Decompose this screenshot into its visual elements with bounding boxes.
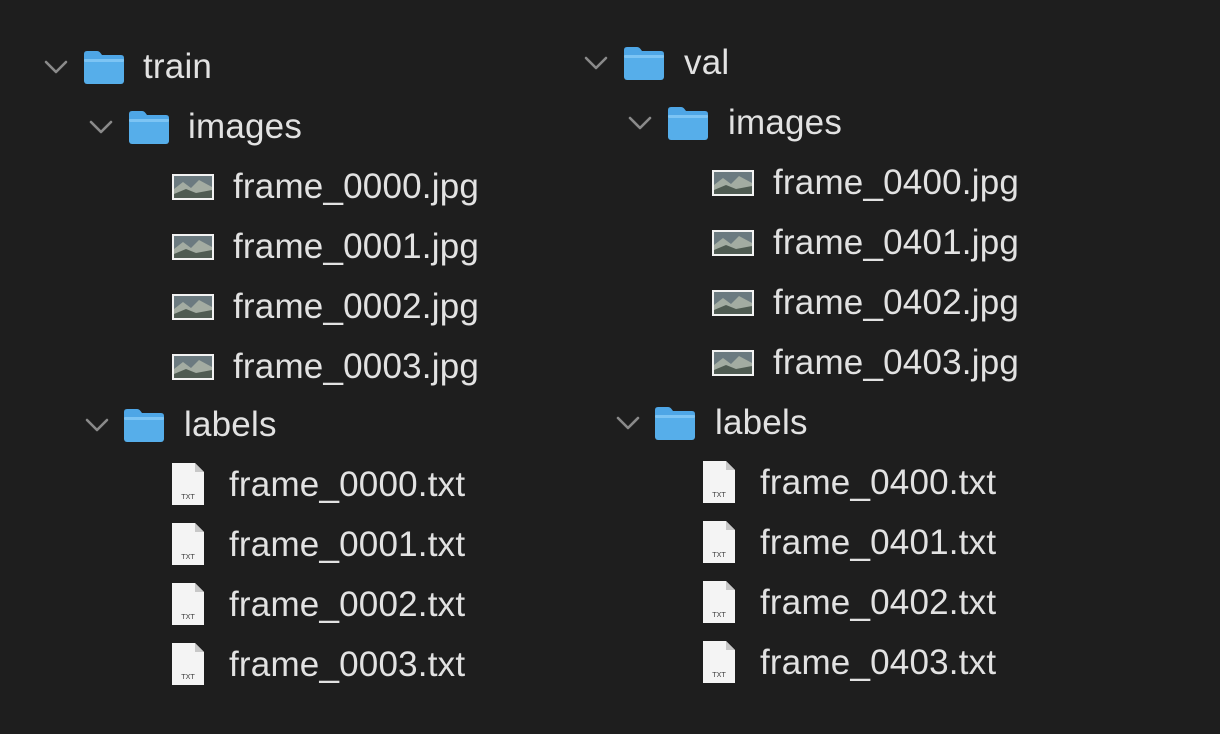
folder-label-images: images xyxy=(188,107,303,146)
file-label: frame_0002.jpg xyxy=(233,287,480,326)
folder-icon xyxy=(124,409,164,442)
text-file-icon: TXT xyxy=(172,643,204,685)
folder-icon xyxy=(624,47,664,80)
file-label: frame_0003.txt xyxy=(229,645,466,684)
text-file-icon: TXT xyxy=(172,583,204,625)
image-file-icon xyxy=(172,294,214,320)
file-label: frame_0003.jpg xyxy=(233,347,480,386)
text-file-icon: TXT xyxy=(172,463,204,505)
folder-label-labels: labels xyxy=(184,405,277,444)
chevron-down-icon[interactable] xyxy=(88,117,114,137)
image-file-icon xyxy=(172,174,214,200)
file-label: frame_0402.txt xyxy=(760,583,997,622)
file-label: frame_0401.txt xyxy=(760,523,997,562)
image-file-icon xyxy=(712,290,754,316)
file-label: frame_0400.jpg xyxy=(773,163,1020,202)
svg-text:TXT: TXT xyxy=(180,613,195,621)
folder-icon xyxy=(84,51,124,84)
text-file-icon: TXT xyxy=(703,461,735,503)
file-label: frame_0403.jpg xyxy=(773,343,1020,382)
svg-text:TXT: TXT xyxy=(180,553,195,561)
folder-label-labels: labels xyxy=(715,403,808,442)
train-tree: train images frame_0000.jpg frame_0001.j… xyxy=(0,0,580,734)
image-file-icon xyxy=(172,354,214,380)
chevron-down-icon[interactable] xyxy=(627,113,653,133)
text-file-icon: TXT xyxy=(703,581,735,623)
svg-text:TXT: TXT xyxy=(180,673,195,681)
file-label: frame_0401.jpg xyxy=(773,223,1020,262)
image-file-icon xyxy=(712,170,754,196)
file-label: frame_0001.jpg xyxy=(233,227,480,266)
file-label: frame_0400.txt xyxy=(760,463,997,502)
folder-label-val: val xyxy=(684,43,730,82)
svg-text:TXT: TXT xyxy=(711,671,726,679)
folder-icon xyxy=(655,407,695,440)
image-file-icon xyxy=(712,350,754,376)
file-label: frame_0002.txt xyxy=(229,585,466,624)
folder-icon xyxy=(129,111,169,144)
val-tree: val images frame_0400.jpg frame_0401.jpg… xyxy=(580,0,1220,734)
svg-text:TXT: TXT xyxy=(711,491,726,499)
svg-text:TXT: TXT xyxy=(180,493,195,501)
svg-text:TXT: TXT xyxy=(711,551,726,559)
file-label: frame_0402.jpg xyxy=(773,283,1020,322)
file-label: frame_0001.txt xyxy=(229,525,466,564)
folder-label-images: images xyxy=(728,103,843,142)
chevron-down-icon[interactable] xyxy=(615,413,641,433)
folder-label-train: train xyxy=(143,47,213,86)
file-label: frame_0000.txt xyxy=(229,465,466,504)
chevron-down-icon[interactable] xyxy=(43,57,69,77)
svg-text:TXT: TXT xyxy=(711,611,726,619)
text-file-icon: TXT xyxy=(703,641,735,683)
chevron-down-icon[interactable] xyxy=(583,53,609,73)
image-file-icon xyxy=(712,230,754,256)
text-file-icon: TXT xyxy=(703,521,735,563)
text-file-icon: TXT xyxy=(172,523,204,565)
image-file-icon xyxy=(172,234,214,260)
chevron-down-icon[interactable] xyxy=(84,415,110,435)
folder-icon xyxy=(668,107,708,140)
file-label: frame_0403.txt xyxy=(760,643,997,682)
file-label: frame_0000.jpg xyxy=(233,167,480,206)
